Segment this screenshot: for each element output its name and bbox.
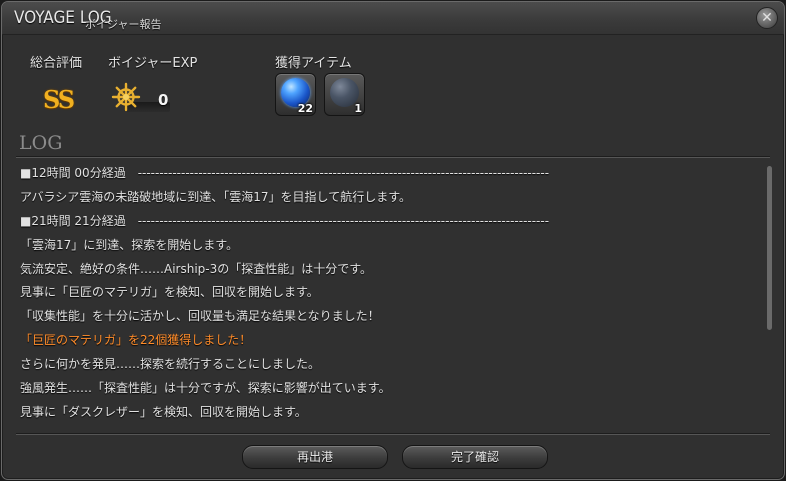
log-divider-top: [16, 156, 770, 158]
log-line: 気流安定、絶好の条件……Airship-3の「探査性能」は十分です。: [20, 261, 373, 276]
item-slot-1[interactable]: 22: [275, 73, 316, 116]
log-heading: LOG: [19, 132, 63, 154]
item-count-1: 22: [297, 102, 313, 115]
log-scrollbar[interactable]: [767, 166, 772, 330]
confirm-button[interactable]: 完了確認: [402, 445, 548, 469]
close-icon[interactable]: ✕: [756, 7, 778, 29]
log-line: アバラシア雲海の未踏破地域に到達、「雲海17」を目指して航行します。: [20, 189, 411, 204]
log-divider-bottom: [16, 433, 770, 435]
log-line: 見事に「巨匠のマテリガ」を検知、回収を開始します。: [20, 285, 319, 300]
log-line: 見事に「ダスクレザー」を検知、回収を開始します。: [20, 404, 307, 419]
rating-label: 総合評価: [30, 56, 83, 71]
rating-value: SS: [43, 85, 75, 114]
log-line: 「雲海17」に到達、探索を開始します。: [20, 237, 239, 252]
window-subtitle: ボイジャー報告: [85, 18, 162, 31]
voyage-log-window: VOYAGE LOG ボイジャー報告 ✕ 総合評価 SS ボイジャーEXP 0 …: [1, 1, 785, 480]
items-label: 獲得アイテム: [275, 56, 352, 71]
exp-value: 0: [158, 91, 169, 109]
log-line: 「収集性能」を十分に活かし、回収量も満足な結果となりました！: [20, 309, 380, 324]
item-count-2: 1: [354, 102, 362, 115]
log-line: ■21時間 21分経過 ----------------------------…: [20, 213, 550, 228]
log-line: 強風発生……「探査性能」は十分ですが、探索に影響が出ています。: [20, 381, 391, 396]
log-line-highlight: 「巨匠のマテリガ」を22個獲得しました！: [20, 333, 252, 348]
log-list: ■12時間 00分経過 ----------------------------…: [16, 162, 762, 424]
ship-wheel-icon: [111, 82, 141, 112]
title-bar[interactable]: VOYAGE LOG ボイジャー報告 ✕: [2, 2, 784, 35]
redeploy-button[interactable]: 再出港: [242, 445, 388, 469]
log-line: ■12時間 00分経過 ----------------------------…: [20, 166, 550, 180]
item-slot-2[interactable]: 1: [324, 73, 365, 116]
exp-label: ボイジャーEXP: [108, 56, 198, 71]
log-line: さらに何かを発見……探索を続行することにしました。: [20, 357, 321, 372]
